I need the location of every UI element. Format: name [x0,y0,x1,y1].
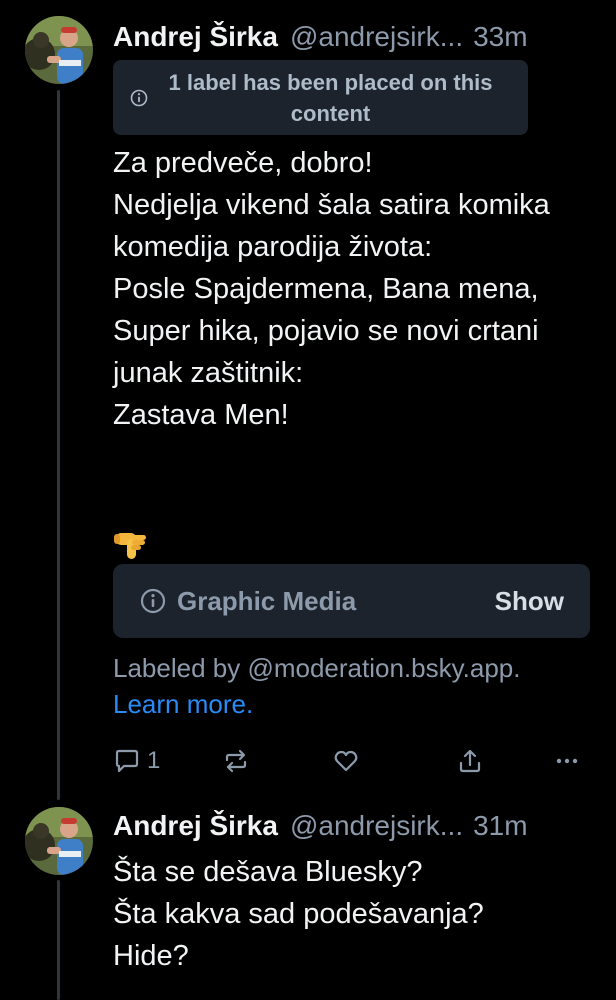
like-button[interactable] [332,744,360,778]
post-text: Za predveče, dobro! Nedjelja vikend šala… [113,147,550,431]
post-header: Andrej Širka @andrejsirk... 33m [113,17,602,57]
more-icon [556,758,578,764]
learn-more-link[interactable]: Learn more. [113,686,593,722]
like-icon [334,750,358,772]
labeled-by-notice: Labeled by @moderation.bsky.app. Learn m… [113,650,593,722]
author-name[interactable]: Andrej Širka [113,810,278,842]
post-time[interactable]: 31m [473,810,527,842]
pointing-down-emoji [114,533,146,559]
labeled-by-text: Labeled by @moderation.bsky.app. [113,653,521,683]
avatar-photo [25,807,93,875]
info-icon [130,89,148,106]
avatar-photo [25,16,93,84]
thread-line [57,90,60,800]
reply-button[interactable]: 1 [113,744,160,778]
share-icon [459,749,481,773]
graphic-media-warning[interactable]: Graphic Media Show [113,564,590,638]
post-header: Andrej Širka @andrejsirk... 31m [113,806,602,846]
label-notice-text: 1 label has been placed on this content [168,69,493,126]
avatar[interactable] [25,16,93,84]
post-time[interactable]: 33m [473,21,527,53]
label-notice[interactable]: 1 label has been placed on this content [113,60,528,135]
share-button[interactable] [456,744,484,778]
more-options-button[interactable] [553,744,581,778]
reply-count: 1 [147,747,161,774]
reply-icon [115,749,139,773]
post-text: Šta se dešava Bluesky? Šta kakva sad pod… [113,856,484,972]
author-handle[interactable]: @andrejsirk... [290,810,463,842]
avatar[interactable] [25,807,93,875]
repost-icon [225,749,247,773]
author-name[interactable]: Andrej Širka [113,21,278,53]
repost-button[interactable] [222,744,250,778]
author-handle[interactable]: @andrejsirk... [290,21,463,53]
graphic-media-label: Graphic Media [177,585,357,616]
info-icon [140,588,166,614]
post-actions: 1 [113,744,593,778]
show-media-button[interactable]: Show [495,586,564,617]
thread-line [57,880,60,1000]
